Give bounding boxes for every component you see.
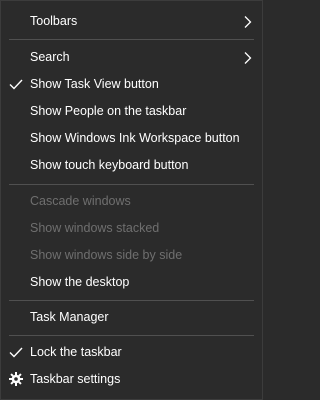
menu-item-label: Show the desktop — [30, 275, 130, 289]
checkmark-icon — [9, 339, 23, 366]
menu-item-toolbars[interactable]: Toolbars — [1, 8, 262, 35]
menu-item-label: Cascade windows — [30, 194, 131, 208]
menu-item-label: Toolbars — [30, 14, 78, 28]
menu-item-label: Taskbar settings — [30, 372, 121, 386]
menu-item-show-desktop[interactable]: Show the desktop — [1, 269, 262, 296]
menu-separator — [9, 300, 254, 301]
menu-item-label: Show windows side by side — [30, 248, 183, 262]
menu-item-show-ink-workspace[interactable]: Show Windows Ink Workspace button — [1, 125, 262, 152]
menu-item-windows-side-by-side: Show windows side by side — [1, 242, 262, 269]
menu-item-label: Lock the taskbar — [30, 345, 122, 359]
menu-separator — [9, 184, 254, 185]
menu-item-lock-taskbar[interactable]: Lock the taskbar — [1, 339, 262, 366]
chevron-right-icon — [244, 44, 252, 71]
menu-item-label: Show People on the taskbar — [30, 104, 187, 118]
menu-item-cascade-windows: Cascade windows — [1, 188, 262, 215]
menu-item-task-manager[interactable]: Task Manager — [1, 304, 262, 331]
menu-item-show-touch-keyboard[interactable]: Show touch keyboard button — [1, 152, 262, 179]
menu-separator — [9, 335, 254, 336]
menu-item-search[interactable]: Search — [1, 44, 262, 71]
menu-item-label: Show touch keyboard button — [30, 158, 189, 172]
menu-item-label: Search — [30, 50, 70, 64]
menu-item-show-task-view[interactable]: Show Task View button — [1, 71, 262, 98]
checkmark-icon — [9, 71, 23, 98]
menu-item-label: Show windows stacked — [30, 221, 160, 235]
menu-item-show-people[interactable]: Show People on the taskbar — [1, 98, 262, 125]
gear-icon — [9, 366, 23, 393]
taskbar-context-menu: Toolbars Search Show Task View button Sh… — [0, 0, 263, 400]
menu-item-label: Show Task View button — [30, 77, 159, 91]
menu-separator — [9, 39, 254, 40]
menu-item-label: Show Windows Ink Workspace button — [30, 131, 240, 145]
menu-item-taskbar-settings[interactable]: Taskbar settings — [1, 366, 262, 393]
menu-item-windows-stacked: Show windows stacked — [1, 215, 262, 242]
chevron-right-icon — [244, 8, 252, 35]
menu-item-label: Task Manager — [30, 310, 109, 324]
